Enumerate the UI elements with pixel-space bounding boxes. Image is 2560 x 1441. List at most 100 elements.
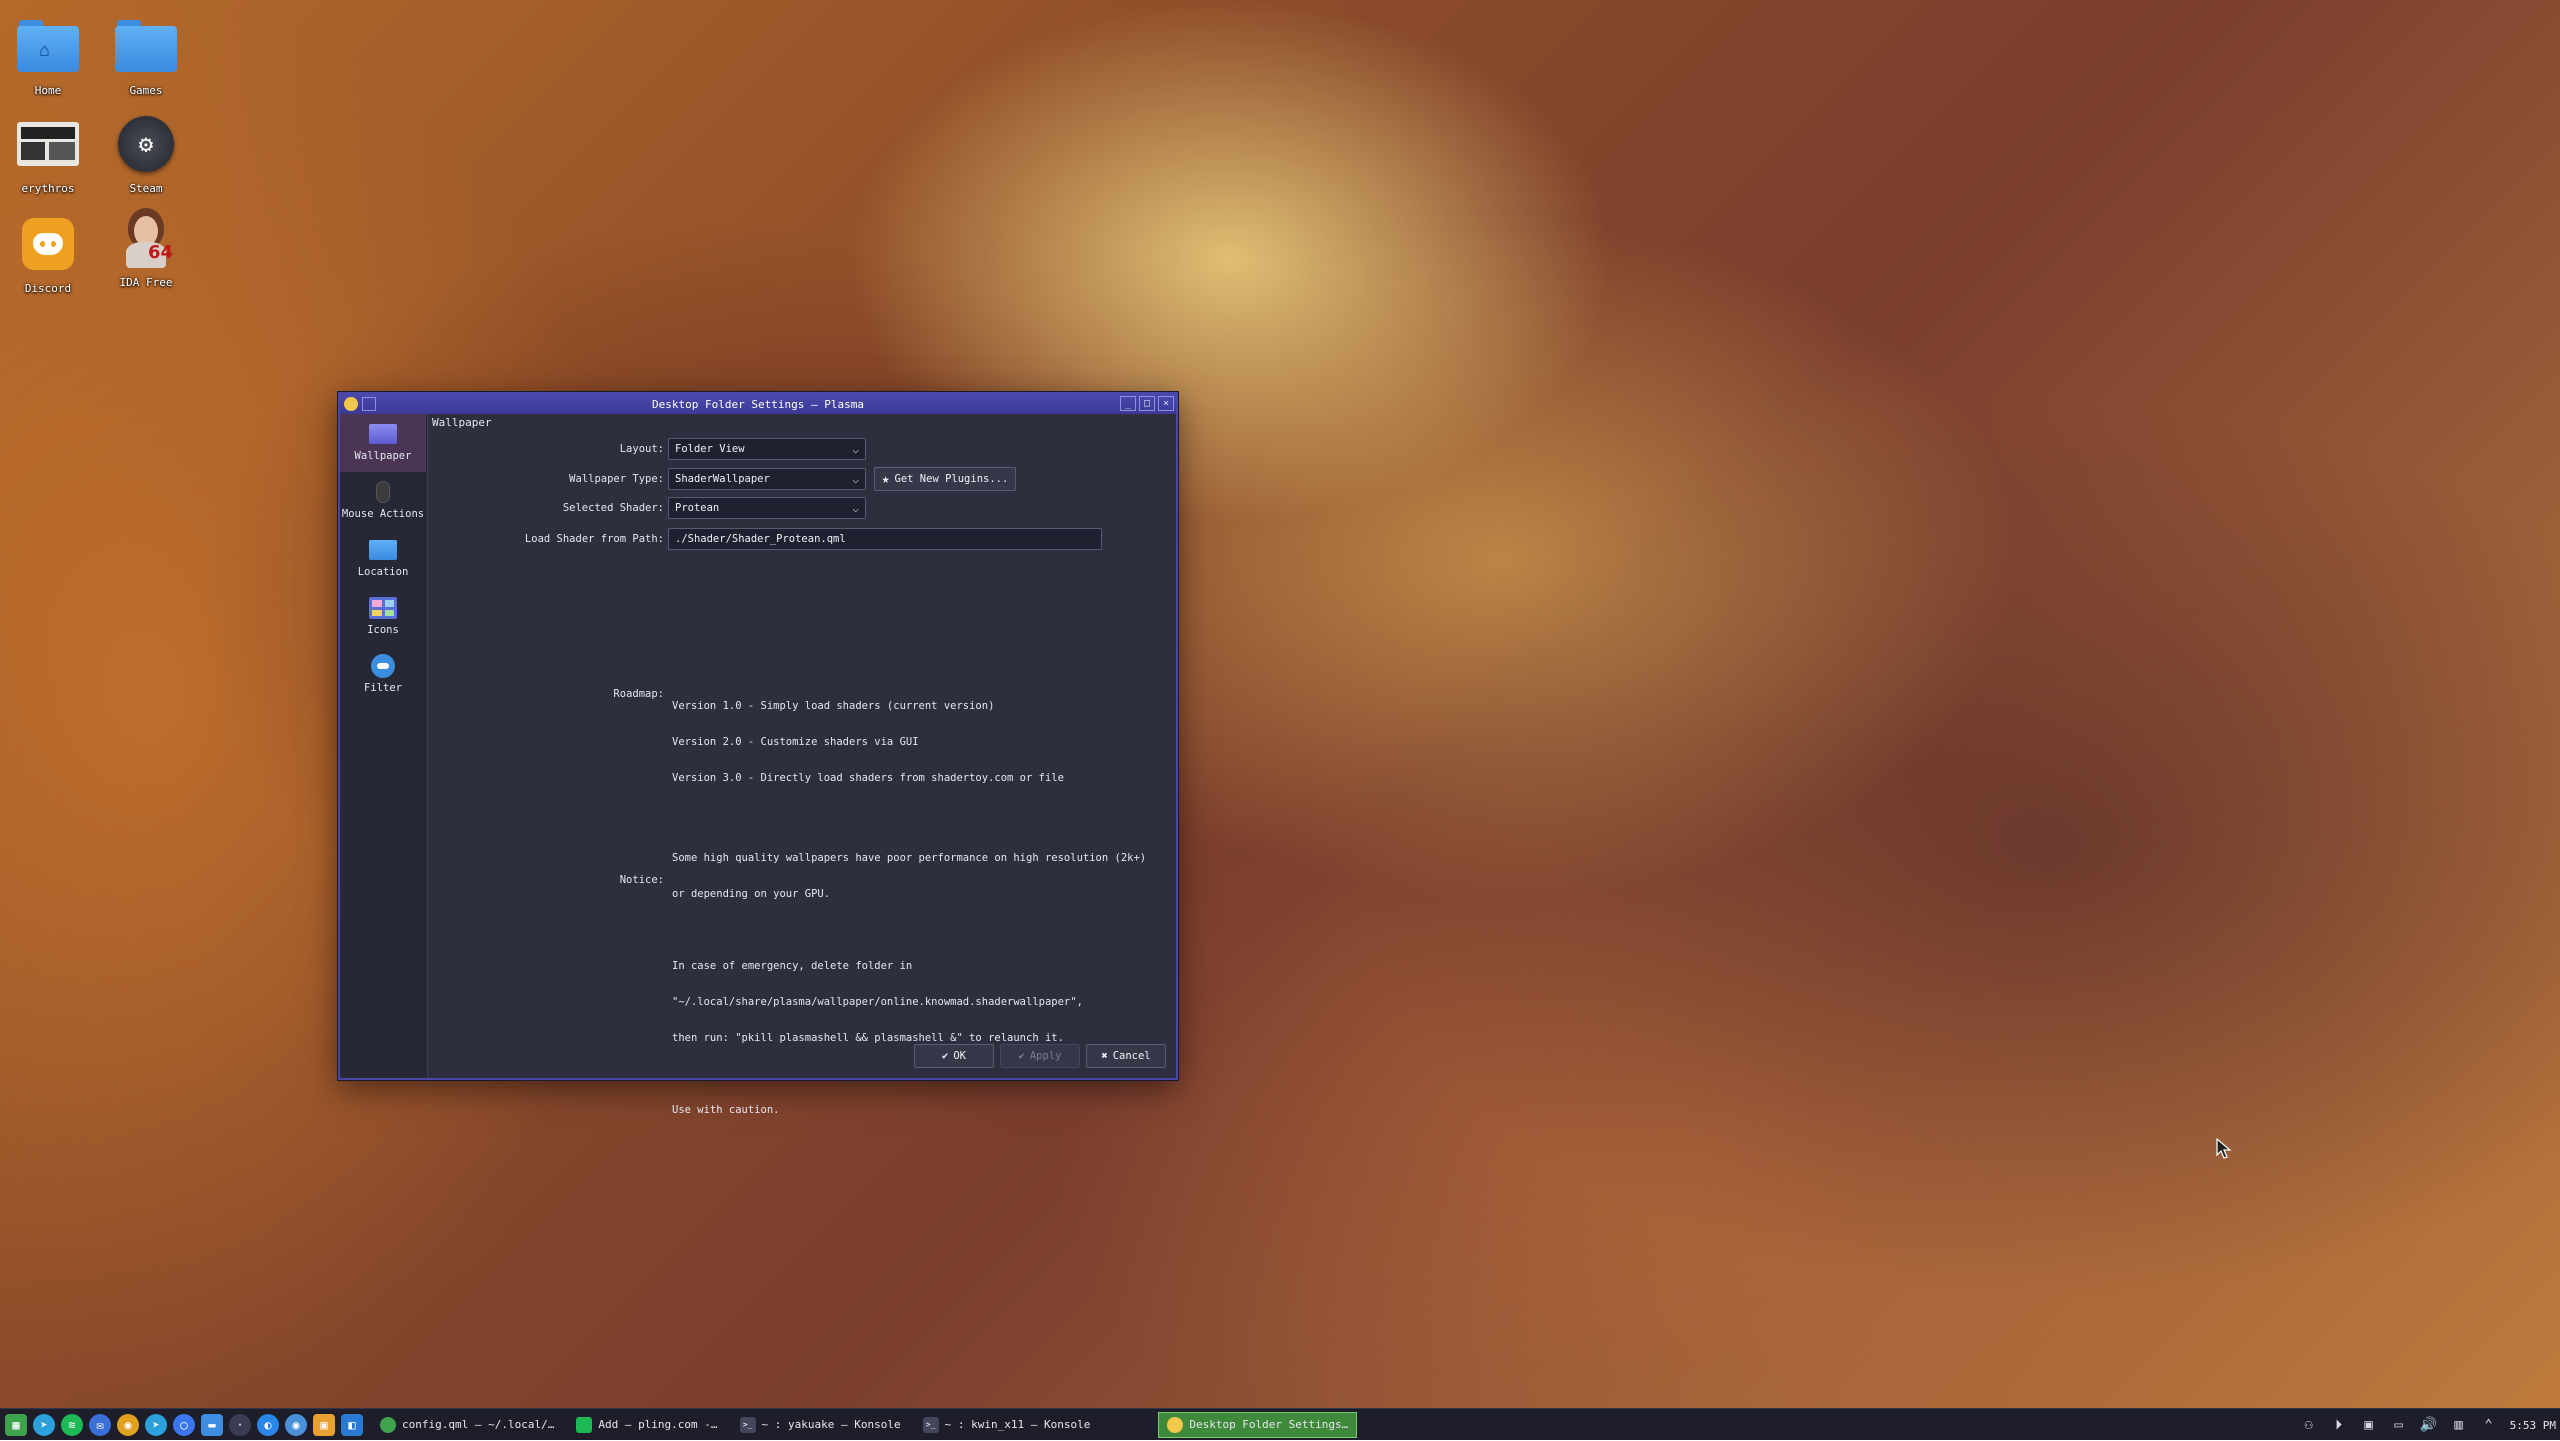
desktop-icon-steam[interactable]: ⚙ Steam — [98, 112, 194, 195]
sidebar-item-label: Location — [357, 566, 409, 578]
star-icon: ★ — [881, 471, 890, 487]
chromium-icon[interactable]: ◉ — [285, 1413, 307, 1436]
desktop-icon-discord[interactable]: Discord — [0, 212, 96, 295]
spotify-task-icon — [576, 1416, 593, 1433]
system-tray: ⚇ ⏵ ▣ ▭ 🔊 ▥ ⌃ 5:53 PM — [2300, 1409, 2556, 1441]
konsole-icon: >_ — [922, 1416, 939, 1433]
app-menu-icon[interactable]: ▦ — [5, 1413, 27, 1436]
task-label: Add — pling.com -… — [598, 1418, 718, 1431]
task-label: Desktop Folder Settings… — [1189, 1418, 1349, 1431]
monitor-icon[interactable]: ▥ — [2450, 1416, 2468, 1434]
get-new-plugins-button[interactable]: ★ Get New Plugins... — [874, 467, 1016, 491]
taskbar: ▦ ➤ ≋ ✉ ◉ ➤ ◯ ▬ · ◐ ◉ ▣ ◧ config.qml — ~/.local/… Add… — [0, 1408, 2560, 1440]
vscode-icon[interactable]: ◧ — [341, 1413, 363, 1436]
selected-shader-row: Selected Shader: Protean ⌵ — [432, 497, 866, 519]
wallpaper-type-combo[interactable]: ShaderWallpaper ⌵ — [668, 468, 866, 490]
chrome-task-icon — [380, 1416, 396, 1433]
desktop-icon-label: IDA Free — [119, 276, 173, 289]
files-icon[interactable]: ▬ — [201, 1413, 223, 1436]
pin-icon[interactable] — [362, 397, 376, 411]
messenger-icon[interactable]: ◐ — [257, 1413, 279, 1436]
title-bar[interactable]: Desktop Folder Settings — Plasma _ □ × — [340, 394, 1176, 414]
chevron-down-icon: ⌵ — [852, 501, 859, 515]
folder-icon — [369, 538, 397, 562]
dot-icon[interactable]: · — [229, 1413, 251, 1436]
desktop-icon-home[interactable]: ⌂ Home — [0, 14, 96, 97]
launcher-group: ▦ ➤ ≋ ✉ ◉ ➤ ◯ ▬ · ◐ ◉ ▣ ◧ — [2, 1413, 366, 1436]
layout-label: Layout: — [619, 443, 664, 455]
maximize-button[interactable]: □ — [1139, 396, 1155, 411]
chrome-icon[interactable]: ◉ — [117, 1413, 139, 1436]
thunderbird-icon[interactable]: ✉ — [89, 1413, 111, 1436]
plasma-app-icon[interactable] — [344, 397, 358, 411]
notice-line: "~/.local/share/plasma/wallpaper/online.… — [672, 996, 1083, 1008]
spotify-icon[interactable]: ≋ — [61, 1413, 83, 1436]
roadmap-text: Version 1.0 - Simply load shaders (curre… — [672, 676, 1064, 808]
desktop-icon-label: Discord — [24, 282, 72, 295]
telegram-icon[interactable]: ➤ — [33, 1413, 55, 1436]
section-title: Wallpaper — [432, 416, 492, 429]
terminal-thumbnail-icon — [17, 122, 79, 166]
sidebar-item-label: Mouse Actions — [341, 508, 425, 520]
layout-combo[interactable]: Folder View ⌵ — [668, 438, 866, 460]
sidebar-item-location[interactable]: Location — [340, 530, 426, 588]
desktop-icon-label: Games — [129, 84, 163, 97]
task-item[interactable]: config.qml — ~/.local/… — [372, 1412, 562, 1438]
sidebar-item-mouse-actions[interactable]: Mouse Actions — [340, 472, 426, 530]
display-icon[interactable]: ▭ — [2390, 1416, 2408, 1434]
task-item[interactable]: >_ ~ : kwin_x11 — Konsole — [915, 1412, 1099, 1438]
desktop-icon-label: erythros — [21, 182, 75, 195]
folder-icon — [115, 20, 177, 72]
roadmap-line: Version 3.0 - Directly load shaders from… — [672, 772, 1064, 784]
task-item[interactable]: Add — pling.com -… — [568, 1412, 725, 1438]
sidebar-item-wallpaper[interactable]: Wallpaper — [340, 414, 426, 472]
desktop-icon-erythros[interactable]: erythros — [0, 112, 96, 195]
chevron-down-icon: ⌵ — [852, 472, 859, 486]
close-button[interactable]: × — [1158, 396, 1174, 411]
ok-button[interactable]: ✔ OK — [914, 1044, 994, 1068]
network-icon[interactable]: ⚇ — [2300, 1416, 2318, 1434]
layout-row: Layout: Folder View ⌵ — [432, 438, 866, 460]
apply-button[interactable]: ✔ Apply — [1000, 1044, 1080, 1068]
media-player-icon[interactable]: ⏵ — [2330, 1416, 2348, 1434]
task-label: ~ : yakuake — Konsole — [761, 1418, 901, 1431]
cancel-button[interactable]: ✖ Cancel — [1086, 1044, 1166, 1068]
get-new-plugins-label: Get New Plugins... — [894, 473, 1009, 485]
steam-icon: ⚙ — [118, 116, 174, 172]
sidebar-item-filter[interactable]: Filter — [340, 646, 426, 704]
load-path-input[interactable]: ./Shader/Shader_Protean.qml — [668, 528, 1102, 550]
ok-label: OK — [953, 1050, 966, 1062]
telegram-alt-icon[interactable]: ➤ — [145, 1413, 167, 1436]
icons-grid-icon — [369, 596, 397, 620]
clipboard-icon[interactable]: ▣ — [2360, 1416, 2378, 1434]
sidebar-item-icons[interactable]: Icons — [340, 588, 426, 646]
desktop-icon-games[interactable]: Games — [98, 14, 194, 97]
clock[interactable]: 5:53 PM — [2510, 1419, 2556, 1432]
window-title: Desktop Folder Settings — Plasma — [652, 397, 864, 411]
layout-combo-value: Folder View — [675, 443, 745, 455]
task-list: config.qml — ~/.local/… Add — pling.com -… — [366, 1411, 1358, 1438]
cancel-label: Cancel — [1112, 1050, 1151, 1062]
desktop-wallpaper: ⌂ Home Games erythros ⚙ Steam Discord 64… — [0, 0, 2560, 1440]
task-item[interactable]: >_ ~ : yakuake — Konsole — [732, 1412, 909, 1438]
load-path-value: ./Shader/Shader_Protean.qml — [675, 533, 846, 545]
volume-icon[interactable]: 🔊 — [2420, 1416, 2438, 1434]
task-item[interactable]: Desktop Folder Settings… — [1158, 1411, 1358, 1438]
roadmap-line: Version 2.0 - Customize shaders via GUI — [672, 736, 919, 748]
tray-expand-icon[interactable]: ⌃ — [2480, 1416, 2498, 1434]
task-label: ~ : kwin_x11 — Konsole — [944, 1418, 1091, 1431]
settings-dialog: Desktop Folder Settings — Plasma _ □ × W… — [338, 392, 1178, 1116]
filter-icon — [369, 654, 397, 678]
minimize-button[interactable]: _ — [1120, 396, 1136, 411]
selected-shader-combo[interactable]: Protean ⌵ — [668, 497, 866, 519]
sidebar-item-label: Icons — [367, 624, 399, 636]
wallpaper-type-row: Wallpaper Type: ShaderWallpaper ⌵ ★ Get … — [432, 467, 1016, 491]
mouse-icon — [369, 480, 397, 504]
roadmap-label: Roadmap: — [613, 688, 664, 700]
calendar-icon[interactable]: ▣ — [313, 1413, 335, 1436]
load-path-row: Load Shader from Path: ./Shader/Shader_P… — [432, 528, 1102, 550]
desktop-icon-ida[interactable]: 64 IDA Free — [98, 206, 194, 289]
discord-icon — [22, 218, 74, 270]
wallpaper-type-combo-value: ShaderWallpaper — [675, 473, 770, 485]
signal-icon[interactable]: ◯ — [173, 1413, 195, 1436]
